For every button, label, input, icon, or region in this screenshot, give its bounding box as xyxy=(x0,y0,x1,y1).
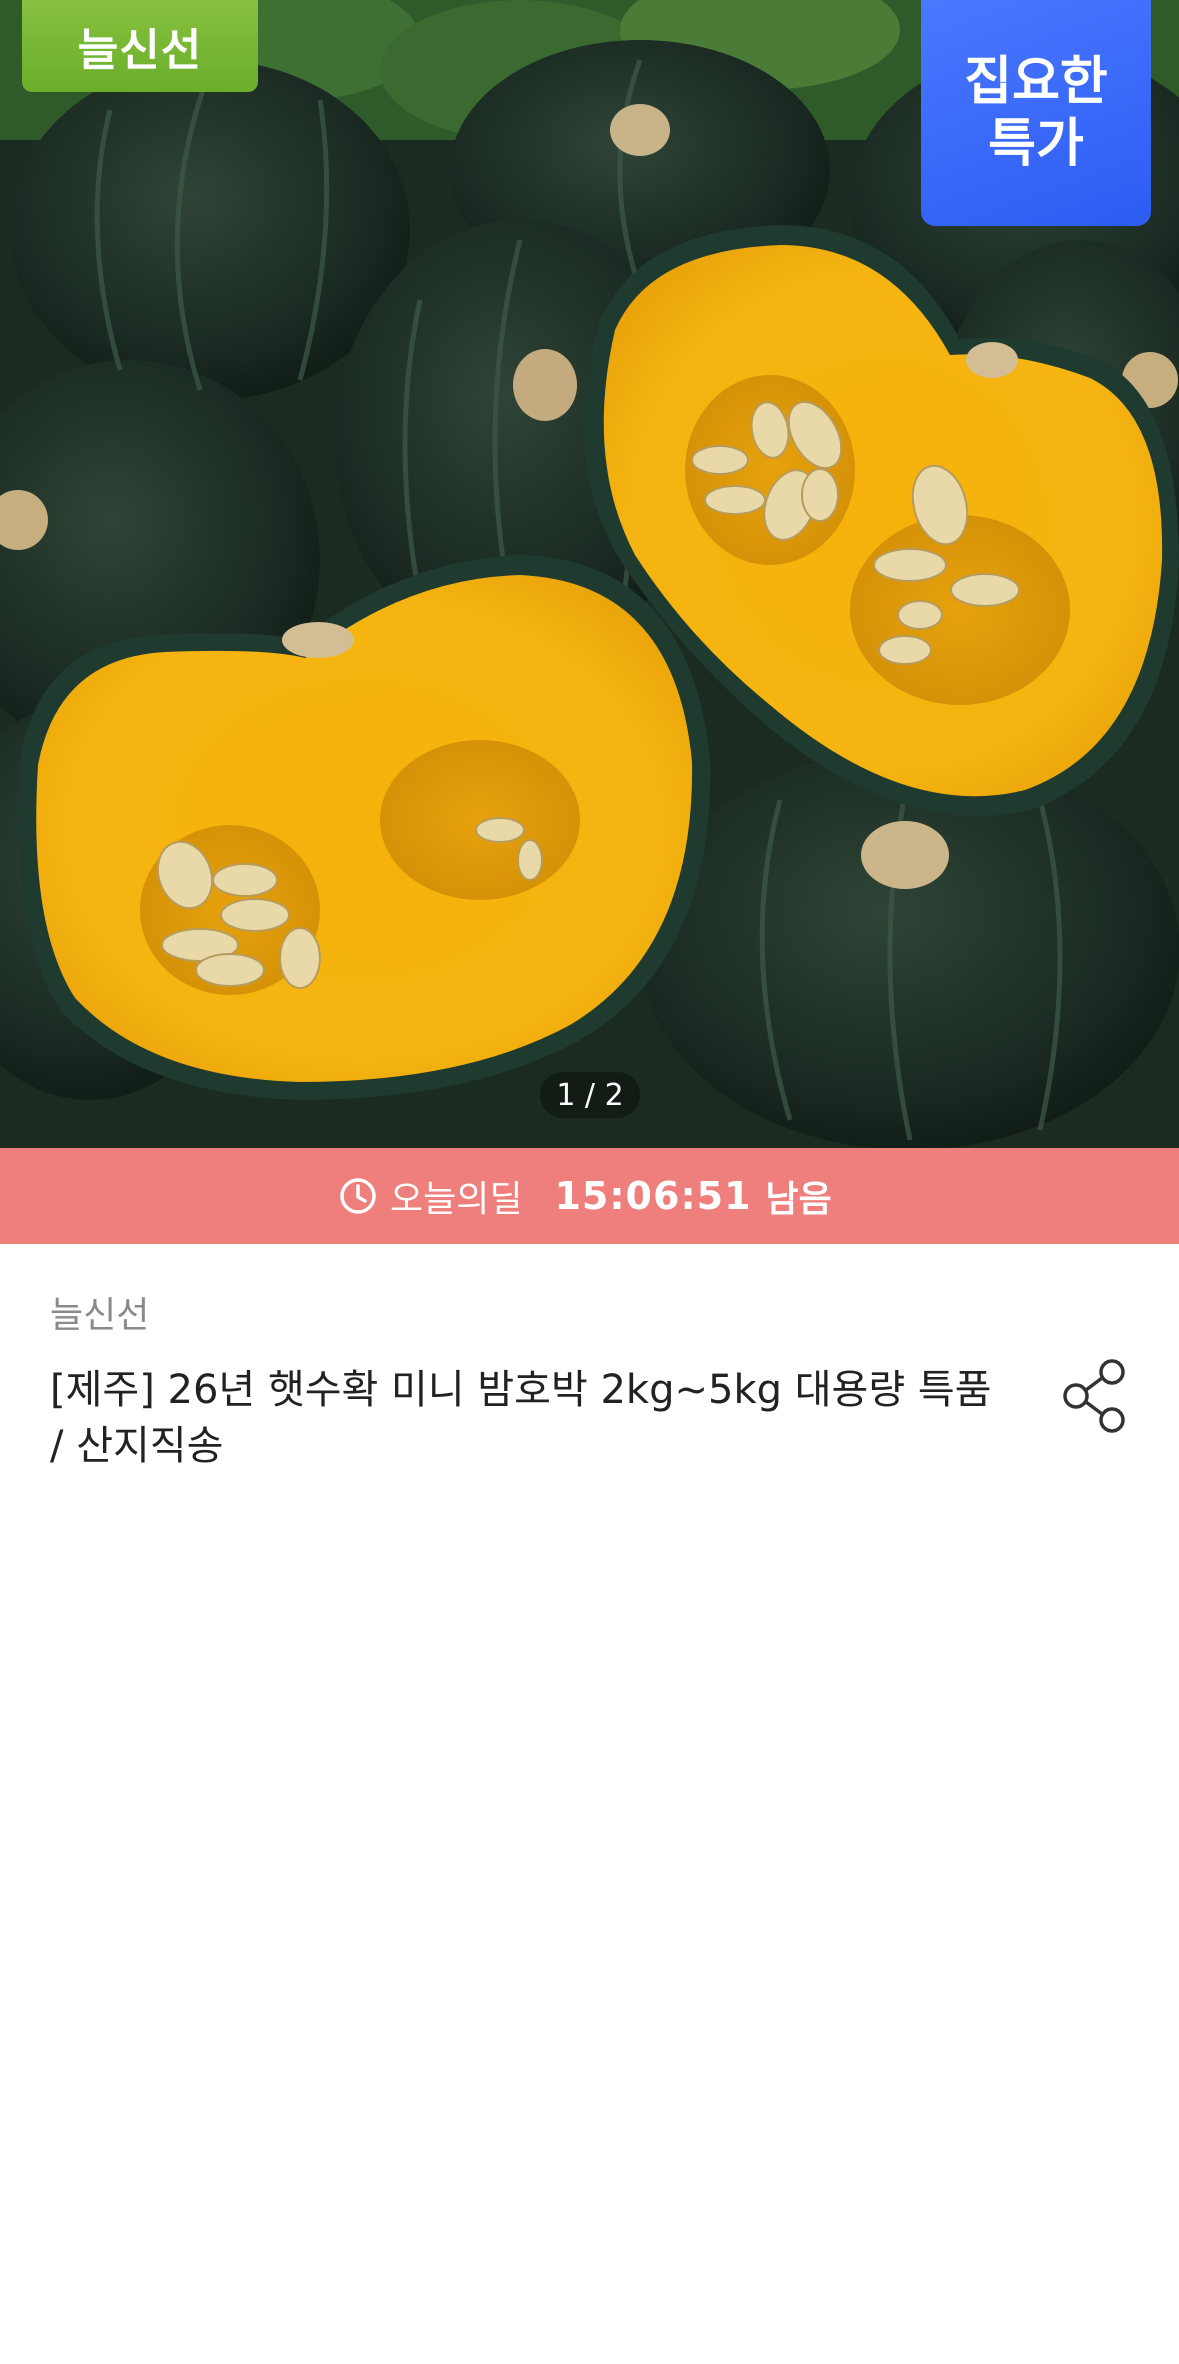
deal-label: 오늘의딜 xyxy=(390,1179,523,1220)
chevron-right-icon[interactable] xyxy=(1094,2324,1126,2364)
seller-brand-badge: 늘신선 xyxy=(22,0,258,92)
seller-name[interactable]: 늘신선 xyxy=(50,1286,149,1338)
badge-line-1: 집요한 xyxy=(964,52,1108,112)
image-pager-indicator: 1 / 2 xyxy=(556,1077,624,1113)
todays-deal-bar[interactable]: 오늘의딜 15:06:51 남음 xyxy=(0,1148,1179,2358)
deal-countdown: 15:06:51 xyxy=(554,1174,752,1218)
special-deal-badge: 집요한 특가 xyxy=(921,0,1151,226)
badge-line-2: 특가 xyxy=(988,114,1084,174)
deal-content: 오늘의딜 15:06:51 남음 xyxy=(338,1148,832,1244)
clock-icon xyxy=(340,1178,376,1214)
product-image-carousel[interactable]: 늘신선 집요한 특가 1 / 2 xyxy=(0,0,1179,1148)
share-icon[interactable] xyxy=(1060,1358,1130,1434)
deal-remaining-label: 남음 xyxy=(765,1179,832,1220)
product-title: [제주] 26년 햇수확 미니 밤호박 2kg~5kg 대용량 특품 / 산지직… xyxy=(50,1367,992,1469)
